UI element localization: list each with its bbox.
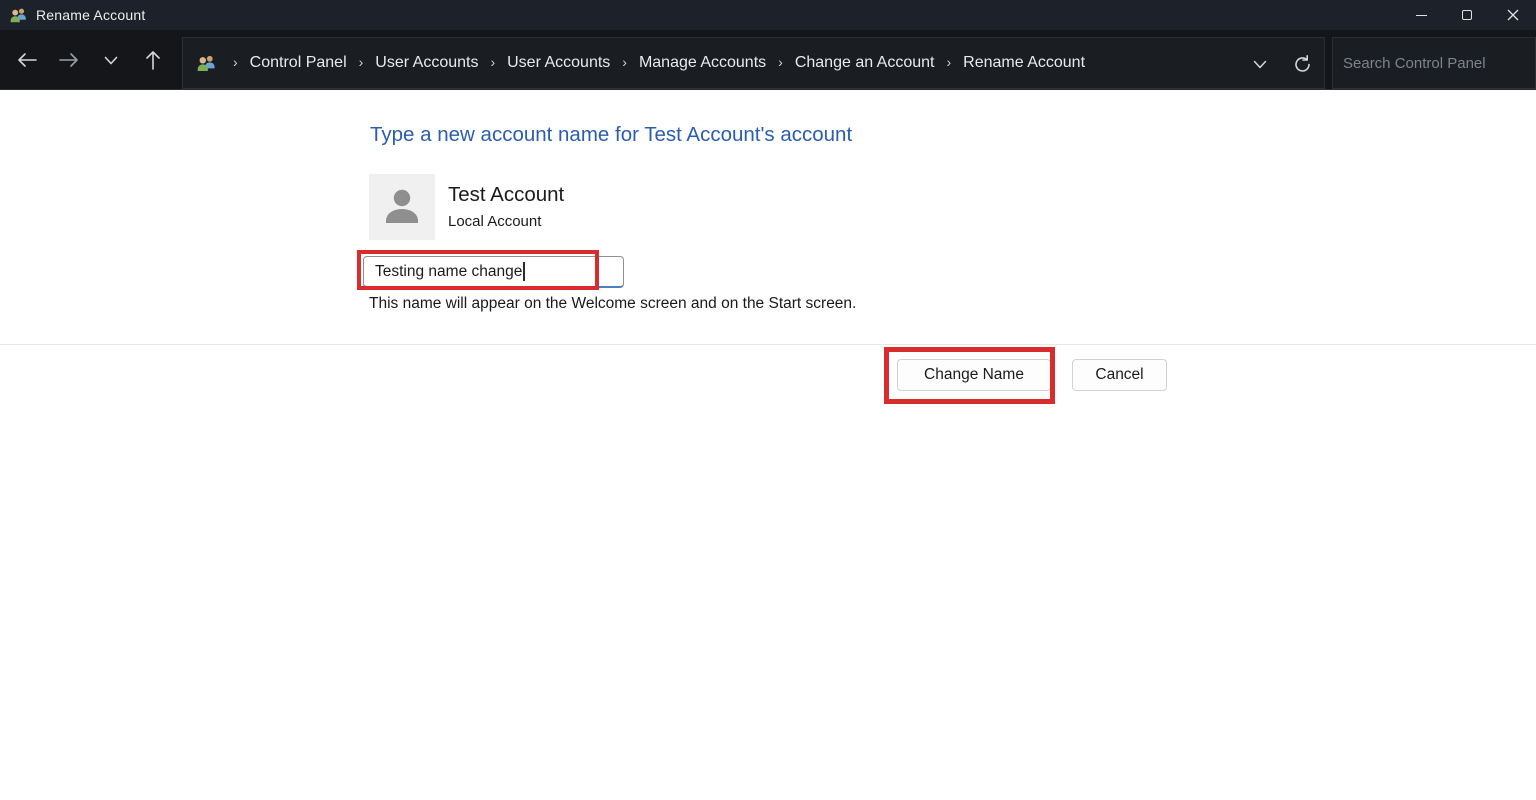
minimize-icon xyxy=(1415,14,1427,16)
forward-icon xyxy=(59,53,78,67)
account-type-label: Local Account xyxy=(448,213,542,230)
address-bar-right xyxy=(1253,38,1312,90)
user-accounts-icon xyxy=(10,7,28,23)
maximize-icon xyxy=(1462,10,1472,20)
page-title: Type a new account name for Test Account… xyxy=(370,123,853,146)
new-account-name-value: Testing name change xyxy=(375,262,523,280)
address-bar[interactable]: › Control Panel › User Accounts › User A… xyxy=(182,37,1325,89)
avatar-person-icon xyxy=(386,189,418,223)
account-name-label: Test Account xyxy=(448,183,565,206)
navigation-bar: › Control Panel › User Accounts › User A… xyxy=(0,30,1536,90)
new-account-name-input[interactable]: Testing name change xyxy=(363,256,624,288)
breadcrumb-manage-accounts[interactable]: Manage Accounts xyxy=(639,54,766,72)
address-dropdown-chevron-icon xyxy=(1253,60,1267,68)
recent-pages-button[interactable] xyxy=(90,38,132,82)
address-dropdown-button[interactable] xyxy=(1253,60,1267,69)
window-controls xyxy=(1398,0,1536,30)
breadcrumb-user-accounts-2[interactable]: User Accounts xyxy=(507,54,610,72)
forward-button[interactable] xyxy=(48,38,90,82)
breadcrumb-separator: › xyxy=(946,54,952,70)
nav-buttons xyxy=(6,38,174,82)
recent-pages-chevron-icon xyxy=(104,56,118,64)
breadcrumb-user-accounts-icon xyxy=(197,54,217,72)
back-icon xyxy=(18,53,37,67)
text-caret xyxy=(523,262,525,281)
search-input[interactable] xyxy=(1333,54,1536,72)
breadcrumb-separator: › xyxy=(778,54,783,70)
close-button[interactable] xyxy=(1490,0,1536,30)
content-divider xyxy=(0,344,1536,345)
close-icon xyxy=(1507,9,1519,21)
change-name-button[interactable]: Change Name xyxy=(897,359,1051,391)
input-help-text: This name will appear on the Welcome scr… xyxy=(369,295,857,312)
breadcrumb-separator: › xyxy=(490,54,496,70)
window-title: Rename Account xyxy=(36,7,146,23)
refresh-button[interactable] xyxy=(1293,54,1312,74)
breadcrumb-separator: › xyxy=(622,54,627,70)
minimize-button[interactable] xyxy=(1398,0,1444,30)
account-avatar xyxy=(369,174,435,240)
search-box xyxy=(1332,37,1536,89)
breadcrumb-change-an-account[interactable]: Change an Account xyxy=(795,54,935,72)
breadcrumb-separator: › xyxy=(233,54,238,70)
rename-account-window: Rename Account › Control Panel › User Ac… xyxy=(0,0,1536,800)
refresh-icon xyxy=(1295,54,1310,72)
breadcrumb-rename-account[interactable]: Rename Account xyxy=(963,54,1085,72)
titlebar: Rename Account xyxy=(0,0,1536,30)
back-button[interactable] xyxy=(6,38,48,82)
up-icon xyxy=(146,51,160,70)
maximize-button[interactable] xyxy=(1444,0,1490,30)
breadcrumb-control-panel[interactable]: Control Panel xyxy=(250,54,347,72)
cancel-button[interactable]: Cancel xyxy=(1072,359,1167,391)
up-button[interactable] xyxy=(132,38,174,82)
breadcrumb: › Control Panel › User Accounts › User A… xyxy=(221,54,1085,72)
breadcrumb-user-accounts-1[interactable]: User Accounts xyxy=(375,54,478,72)
breadcrumb-separator: › xyxy=(358,54,364,70)
